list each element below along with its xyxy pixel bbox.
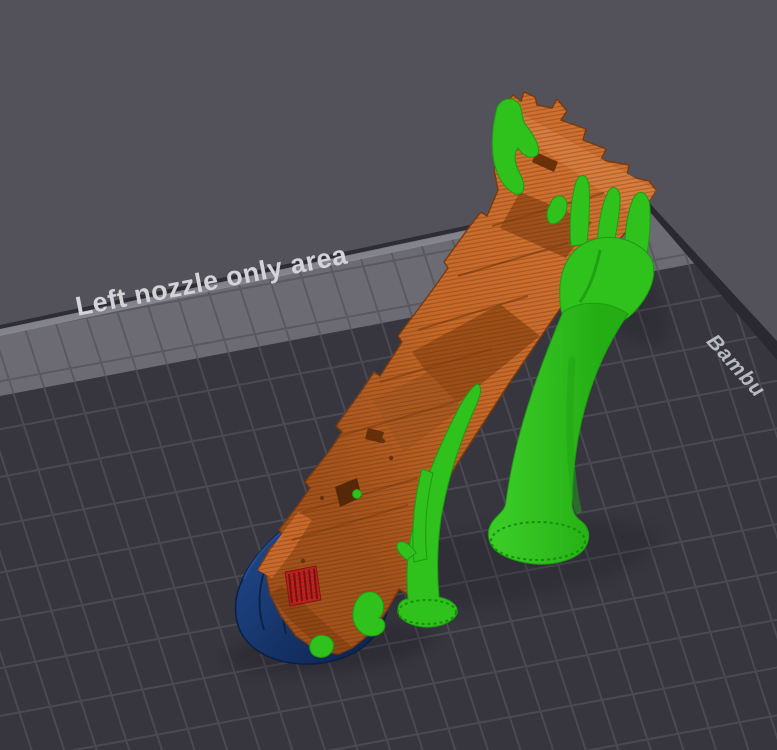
support-foot-blob: [352, 591, 386, 637]
support-dot: [352, 489, 362, 499]
scene-objects: [225, 91, 669, 675]
support-foot-blob: [309, 634, 334, 658]
slicer-3d-viewport[interactable]: Left nozzle only area Bambu: [0, 0, 777, 750]
